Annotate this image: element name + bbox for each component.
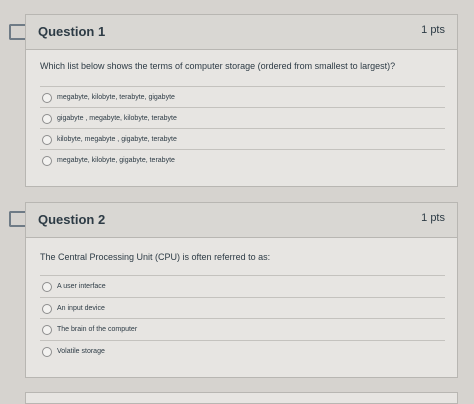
question-2-answer-3[interactable]: The brain of the computer [40, 318, 445, 340]
question-2-answer-1[interactable]: A user interface [40, 275, 445, 297]
question-3-card-partial [25, 392, 458, 404]
answer-label: megabyte, kilobyte, terabyte, gigabyte [57, 94, 175, 101]
question-2-answer-2[interactable]: An input device [40, 297, 445, 319]
radio-button[interactable] [42, 303, 52, 314]
question-2-text: The Central Processing Unit (CPU) is oft… [40, 252, 271, 262]
radio-button[interactable] [42, 134, 52, 145]
question-2-title: Question 2 [38, 212, 106, 227]
question-1-card: Question 1 1 pts Which list below shows … [25, 14, 458, 187]
question-1-answer-2[interactable]: gigabyte , megabyte, kilobyte, terabyte [40, 107, 445, 129]
question-2-answer-4[interactable]: Volatile storage [40, 340, 445, 362]
question-1-answer-4[interactable]: megabyte, kilobyte, gigabyte, terabyte [40, 149, 445, 171]
question-2-card: Question 2 1 pts The Central Processing … [25, 202, 458, 378]
answer-label: A user interface [57, 283, 106, 290]
radio-button[interactable] [42, 281, 52, 292]
question-1-title: Question 1 [38, 24, 106, 39]
question-2-points: 1 pts [421, 212, 445, 224]
radio-button[interactable] [42, 113, 52, 124]
radio-button[interactable] [42, 324, 52, 335]
question-1-answer-1[interactable]: megabyte, kilobyte, terabyte, gigabyte [40, 86, 445, 108]
answer-label: gigabyte , megabyte, kilobyte, terabyte [57, 115, 177, 122]
radio-button[interactable] [42, 92, 52, 103]
flag-question-1-icon[interactable] [9, 24, 33, 40]
question-1-points: 1 pts [421, 24, 445, 36]
answer-label: kilobyte, megabyte , gigabyte, terabyte [57, 136, 177, 143]
answer-label: megabyte, kilobyte, gigabyte, terabyte [57, 157, 175, 164]
question-1-header: Question 1 1 pts [26, 15, 457, 50]
radio-button[interactable] [42, 346, 52, 357]
radio-button[interactable] [42, 155, 52, 166]
answer-label: An input device [57, 305, 105, 312]
answer-label: Volatile storage [57, 348, 105, 355]
question-1-answer-3[interactable]: kilobyte, megabyte , gigabyte, terabyte [40, 128, 445, 150]
question-1-text: Which list below shows the terms of comp… [40, 61, 396, 71]
flag-question-2-icon[interactable] [9, 211, 33, 227]
answer-label: The brain of the computer [57, 326, 138, 333]
question-2-header: Question 2 1 pts [26, 203, 457, 238]
